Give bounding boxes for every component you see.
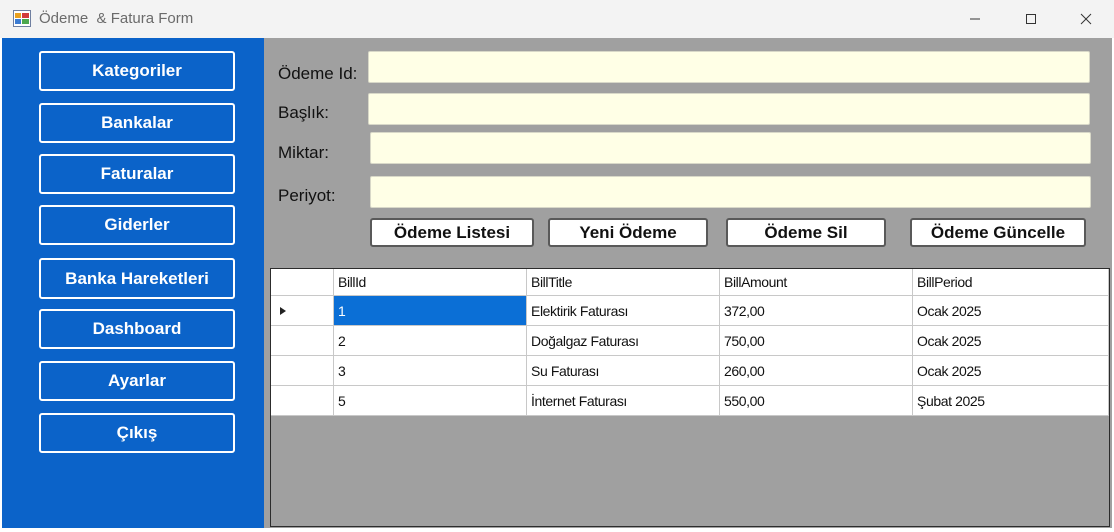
- table-cell-billid[interactable]: 3: [334, 356, 527, 386]
- table-cell-billperiod[interactable]: Ocak 2025: [913, 326, 1109, 356]
- column-header-billperiod[interactable]: BillPeriod: [913, 269, 1109, 296]
- table-cell-billperiod[interactable]: Ocak 2025: [913, 356, 1109, 386]
- main-content: Ödeme Id: Başlık: Miktar: Periyot: Ödeme…: [264, 38, 1112, 528]
- table-cell-billperiod[interactable]: Ocak 2025: [913, 296, 1109, 326]
- table-cell-billtitle[interactable]: Elektirik Faturası: [527, 296, 720, 326]
- table-cell-billamount[interactable]: 550,00: [720, 386, 913, 416]
- table-cell-billid[interactable]: 1: [334, 296, 527, 326]
- baslik-input[interactable]: [368, 93, 1090, 125]
- window-maximize-button[interactable]: [1003, 0, 1059, 38]
- sidebar-item-cikis[interactable]: Çıkış: [39, 413, 235, 453]
- window-minimize-button-real[interactable]: [947, 0, 1003, 38]
- sidebar-item-kategoriler[interactable]: Kategoriler: [39, 51, 235, 91]
- grid-header-row: BillId BillTitle BillAmount BillPeriod: [271, 269, 1109, 296]
- table-cell-billtitle[interactable]: İnternet Faturası: [527, 386, 720, 416]
- table-cell-billperiod[interactable]: Şubat 2025: [913, 386, 1109, 416]
- periyot-label: Periyot:: [278, 186, 336, 205]
- sidebar-item-banka-hareketleri[interactable]: Banka Hareketleri: [39, 258, 235, 299]
- sidebar-item-faturalar[interactable]: Faturalar: [39, 154, 235, 194]
- minimize-icon: [969, 13, 981, 25]
- column-header-billamount[interactable]: BillAmount: [720, 269, 913, 296]
- table-cell-billtitle[interactable]: Doğalgaz Faturası: [527, 326, 720, 356]
- odeme-guncelle-button[interactable]: Ödeme Güncelle: [910, 218, 1086, 247]
- sidebar: Kategoriler Bankalar Faturalar Giderler …: [2, 38, 264, 528]
- row-header-cell[interactable]: [271, 386, 334, 416]
- window-title: Ödeme & Fatura Form: [39, 10, 194, 27]
- sidebar-item-giderler[interactable]: Giderler: [39, 205, 235, 245]
- odeme-id-input[interactable]: [368, 51, 1090, 83]
- column-header-billtitle[interactable]: BillTitle: [527, 269, 720, 296]
- odeme-listesi-button[interactable]: Ödeme Listesi: [370, 218, 534, 247]
- table-row[interactable]: 1 Elektirik Faturası 372,00 Ocak 2025: [271, 296, 1109, 326]
- sidebar-item-bankalar[interactable]: Bankalar: [39, 103, 235, 143]
- maximize-icon: [1025, 13, 1037, 25]
- table-cell-billamount[interactable]: 750,00: [720, 326, 913, 356]
- bills-data-grid[interactable]: BillId BillTitle BillAmount BillPeriod 1…: [270, 268, 1110, 527]
- table-cell-billid[interactable]: 2: [334, 326, 527, 356]
- periyot-input[interactable]: [370, 176, 1091, 208]
- close-icon: [1080, 13, 1092, 25]
- odeme-sil-button[interactable]: Ödeme Sil: [726, 218, 886, 247]
- table-row[interactable]: 5 İnternet Faturası 550,00 Şubat 2025: [271, 386, 1109, 416]
- row-header-cell[interactable]: [271, 356, 334, 386]
- yeni-odeme-button[interactable]: Yeni Ödeme: [548, 218, 708, 247]
- table-cell-billamount[interactable]: 372,00: [720, 296, 913, 326]
- miktar-input[interactable]: [370, 132, 1091, 164]
- window-close-button[interactable]: [1058, 0, 1114, 38]
- table-cell-billamount[interactable]: 260,00: [720, 356, 913, 386]
- app-window: Ödeme & Fatura Form Kategoriler Bankalar…: [0, 0, 1114, 532]
- table-cell-billid[interactable]: 5: [334, 386, 527, 416]
- table-cell-billtitle[interactable]: Su Faturası: [527, 356, 720, 386]
- column-header-billid[interactable]: BillId: [334, 269, 527, 296]
- current-row-arrow-icon: [279, 303, 287, 319]
- baslik-label: Başlık:: [278, 103, 330, 122]
- miktar-label: Miktar:: [278, 143, 329, 162]
- row-header-cell[interactable]: [271, 296, 334, 326]
- sidebar-item-ayarlar[interactable]: Ayarlar: [39, 361, 235, 401]
- row-header-cell[interactable]: [271, 326, 334, 356]
- grid-corner-cell: [271, 269, 334, 296]
- table-row[interactable]: 3 Su Faturası 260,00 Ocak 2025: [271, 356, 1109, 386]
- app-form-icon: [13, 10, 31, 27]
- sidebar-item-dashboard[interactable]: Dashboard: [39, 309, 235, 349]
- odeme-id-label: Ödeme Id:: [278, 64, 358, 83]
- table-row[interactable]: 2 Doğalgaz Faturası 750,00 Ocak 2025: [271, 326, 1109, 356]
